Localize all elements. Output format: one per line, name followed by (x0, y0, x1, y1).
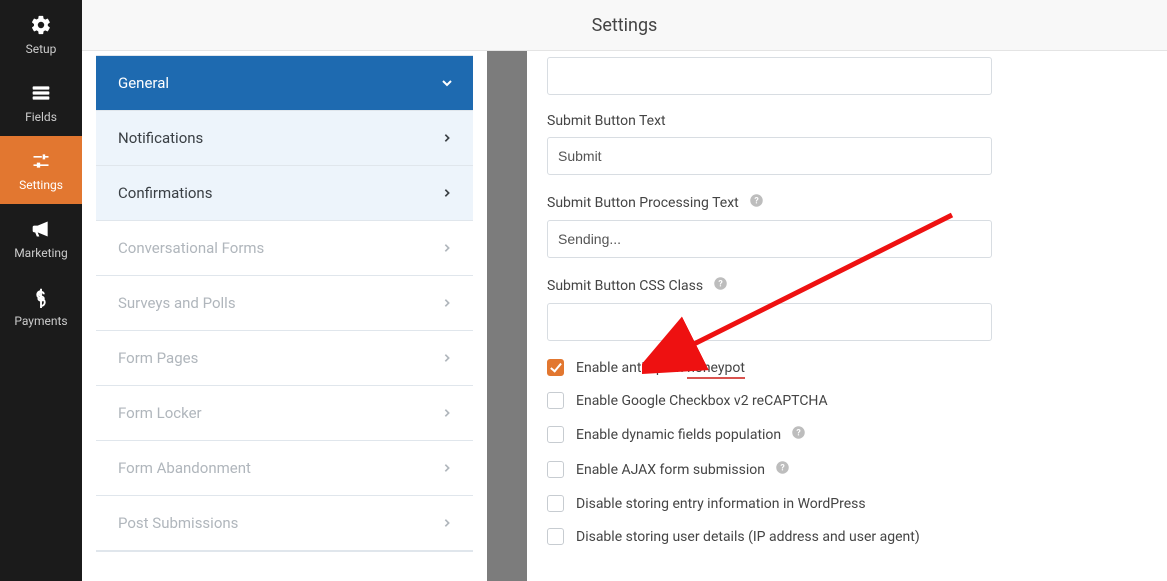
nav-item-marketing[interactable]: Marketing (0, 204, 82, 272)
nav-item-fields[interactable]: Fields (0, 68, 82, 136)
list-icon (28, 82, 54, 104)
nav-item-payments[interactable]: $ Payments (0, 272, 82, 340)
honeypot-checkbox[interactable] (547, 359, 564, 376)
sidebar-item-label: Form Pages (118, 349, 198, 367)
sidebar-item-label: Conversational Forms (118, 239, 264, 257)
sidebar-item-label: Notifications (118, 129, 203, 147)
sidebar-item-notifications[interactable]: Notifications (96, 111, 473, 166)
sidebar-item-form-locker[interactable]: Form Locker (96, 386, 473, 441)
disable-entry-checkbox[interactable] (547, 495, 564, 512)
help-icon[interactable]: ? (749, 193, 764, 212)
main-area: Settings General Notifications Confirmat… (82, 0, 1167, 581)
help-icon[interactable]: ? (791, 425, 806, 444)
sidebar-item-general[interactable]: General (96, 56, 473, 111)
chevron-right-icon (441, 297, 453, 309)
disable-entry-label: Disable storing entry information in Wor… (576, 496, 866, 512)
nav-rail: Setup Fields Settings Marketing $ Paymen… (0, 0, 82, 581)
top-blank-input[interactable] (547, 57, 992, 95)
chevron-right-icon (441, 242, 453, 254)
panel-divider (487, 51, 527, 581)
nav-item-settings[interactable]: Settings (0, 136, 82, 204)
sliders-icon (28, 150, 54, 172)
sidebar-item-label: Post Submissions (118, 514, 238, 532)
nav-label: Settings (19, 178, 63, 192)
svg-text:$: $ (37, 288, 46, 306)
chevron-right-icon (441, 132, 453, 144)
ajax-checkbox[interactable] (547, 461, 564, 478)
sidebar-item-form-abandonment[interactable]: Form Abandonment (96, 441, 473, 496)
disable-user-checkbox[interactable] (547, 528, 564, 545)
gear-icon (28, 14, 54, 36)
help-icon[interactable]: ? (713, 276, 728, 295)
page-title: Settings (592, 15, 658, 36)
nav-label: Fields (25, 110, 57, 124)
chevron-right-icon (441, 407, 453, 419)
sidebar-item-label: General (118, 74, 169, 92)
chevron-right-icon (441, 517, 453, 529)
form-panel: Submit Button Text Submit Button Process… (527, 51, 1167, 581)
svg-text:?: ? (754, 197, 759, 207)
ajax-label: Enable AJAX form submission (576, 462, 765, 478)
submit-button-text-input[interactable] (547, 137, 992, 175)
settings-sidebar: General Notifications Confirmations Conv… (82, 51, 487, 581)
nav-label: Setup (26, 42, 57, 56)
dynamic-fields-checkbox[interactable] (547, 426, 564, 443)
sidebar-item-label: Form Locker (118, 404, 202, 422)
honeypot-label: Enable anti-spam honeypot (576, 360, 745, 376)
chevron-right-icon (441, 462, 453, 474)
bullhorn-icon (28, 218, 54, 240)
submit-css-class-input[interactable] (547, 303, 992, 341)
nav-label: Marketing (14, 246, 68, 260)
dynamic-fields-label: Enable dynamic fields population (576, 427, 781, 443)
chevron-right-icon (441, 352, 453, 364)
page-header: Settings (82, 0, 1167, 51)
submit-processing-text-label: Submit Button Processing Text (547, 195, 739, 211)
recaptcha-label: Enable Google Checkbox v2 reCAPTCHA (576, 393, 828, 409)
sidebar-item-post-submissions[interactable]: Post Submissions (96, 496, 473, 551)
svg-text:?: ? (718, 280, 723, 290)
sidebar-item-label: Form Abandonment (118, 459, 251, 477)
chevron-right-icon (441, 187, 453, 199)
sidebar-item-surveys-polls[interactable]: Surveys and Polls (96, 276, 473, 331)
sidebar-item-confirmations[interactable]: Confirmations (96, 166, 473, 221)
submit-css-class-label: Submit Button CSS Class (547, 278, 703, 294)
svg-text:?: ? (780, 464, 785, 474)
nav-item-setup[interactable]: Setup (0, 0, 82, 68)
recaptcha-checkbox[interactable] (547, 392, 564, 409)
disable-user-label: Disable storing user details (IP address… (576, 529, 920, 545)
submit-button-text-label: Submit Button Text (547, 113, 666, 129)
help-icon[interactable]: ? (775, 460, 790, 479)
sidebar-item-conversational-forms[interactable]: Conversational Forms (96, 221, 473, 276)
sidebar-item-label: Confirmations (118, 184, 212, 202)
dollar-icon: $ (28, 286, 54, 308)
sidebar-item-label: Surveys and Polls (118, 294, 236, 312)
sidebar-item-form-pages[interactable]: Form Pages (96, 331, 473, 386)
submit-processing-text-input[interactable] (547, 220, 992, 258)
chevron-down-icon (441, 77, 453, 89)
svg-text:?: ? (796, 429, 801, 439)
nav-label: Payments (14, 314, 67, 328)
